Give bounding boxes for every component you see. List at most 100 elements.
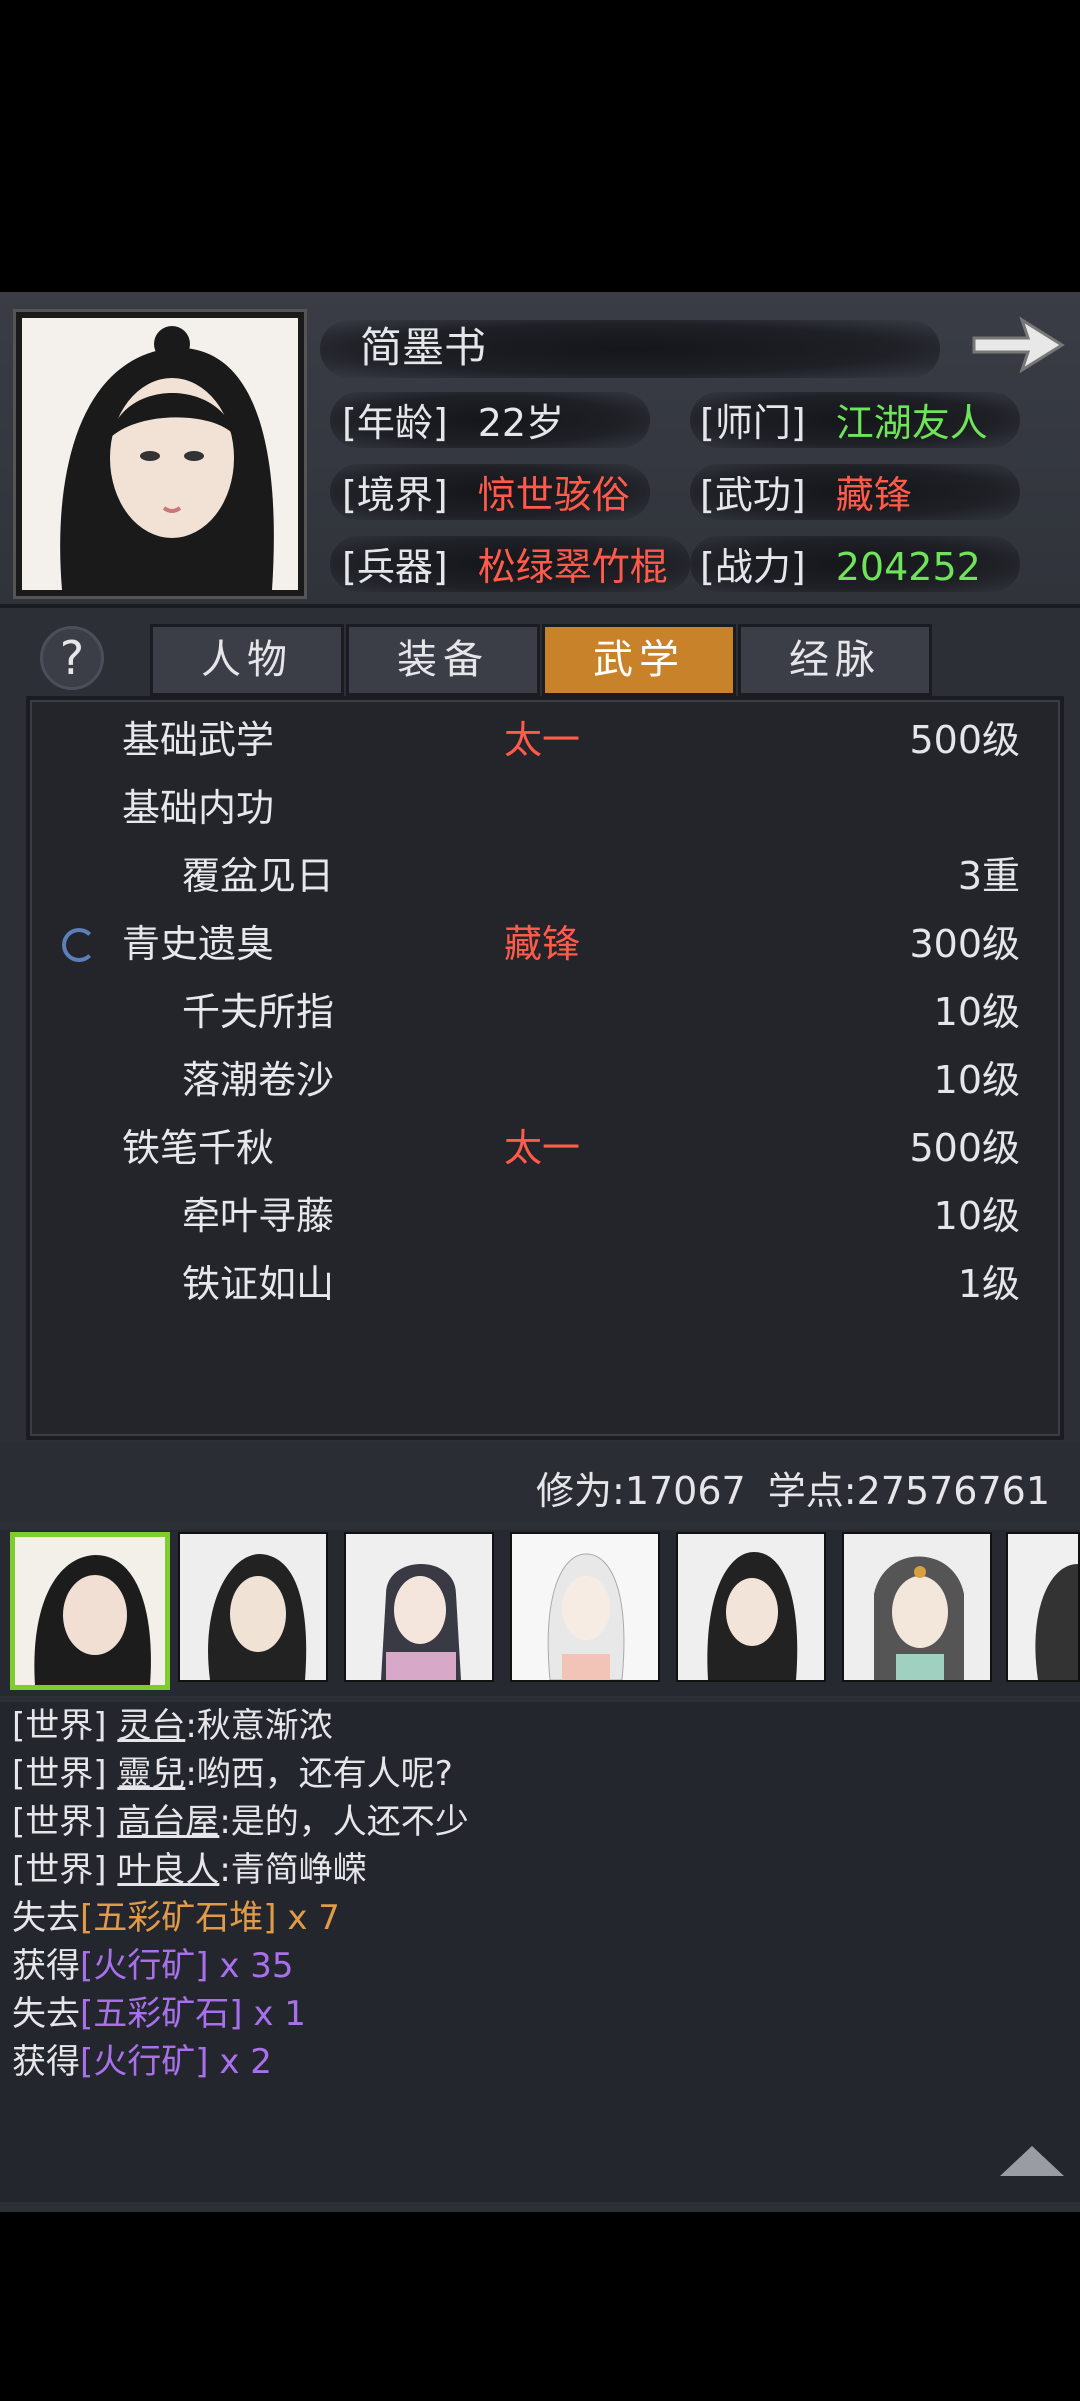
roster-character[interactable] — [178, 1532, 328, 1682]
character-portrait — [16, 312, 304, 596]
chat-channel: [世界] — [12, 1754, 107, 1794]
roster-portrait — [180, 1534, 326, 1680]
loot-qty: x 1 — [242, 1994, 306, 2034]
chat-log[interactable]: [世界] 灵台:秋意渐浓 [世界] 靈兒:哟西，还有人呢? [世界] 高台屋:是… — [0, 1702, 1080, 2202]
chat-message: [世界] 灵台:秋意渐浓 — [12, 1702, 333, 1750]
realm-label: [境界] — [342, 473, 448, 517]
roster-portrait — [346, 1534, 492, 1680]
chat-message: [世界] 高台屋:是的，人还不少 — [12, 1798, 469, 1846]
age-label: [年龄] — [342, 401, 448, 445]
skill-level: 500级 — [909, 718, 1020, 762]
tab-martial-arts[interactable]: 武学 — [542, 624, 736, 696]
skill-name: 落潮卷沙 — [182, 1058, 335, 1102]
cultivation-points: 修为:17067 学点:27576761 — [536, 1469, 1050, 1513]
chat-channel: [世界] — [12, 1802, 107, 1842]
loot-qty: x 35 — [208, 1946, 294, 1986]
roster-portrait — [678, 1534, 824, 1680]
chat-message: [世界] 靈兒:哟西，还有人呢? — [12, 1750, 453, 1798]
character-name: 简墨书 — [360, 323, 487, 372]
skill-name: 铁证如山 — [182, 1262, 335, 1306]
chat-text: :哟西，还有人呢? — [185, 1754, 453, 1794]
chat-message: [世界] 叶良人:青简峥嵘 — [12, 1846, 367, 1894]
realm-value: 惊世骇俗 — [477, 473, 630, 517]
power-value: 204252 — [835, 545, 981, 589]
tab-character[interactable]: 人物 — [150, 624, 344, 696]
skill-list-panel: 基础武学 太一 500级 基础内功 覆盆见日 3重 青史遗臭 藏锋 300级 千… — [26, 696, 1064, 1440]
skill-row[interactable]: 落潮卷沙 10级 — [30, 1050, 1060, 1110]
chat-text: :青简峥嵘 — [219, 1850, 367, 1890]
sect-row: [师门] 江湖友人 — [700, 392, 988, 447]
skill-name: 青史遗臭 — [122, 922, 275, 966]
skill-name: 覆盆见日 — [182, 854, 335, 898]
loot-item[interactable]: [五彩矿石] — [80, 1994, 243, 2034]
skill-level: 500级 — [909, 1126, 1020, 1170]
chat-user[interactable]: 灵台 — [117, 1706, 185, 1746]
skill-row[interactable]: 牵叶寻藤 10级 — [30, 1186, 1060, 1246]
weapon-label: [兵器] — [342, 545, 448, 589]
roster-portrait — [844, 1534, 990, 1680]
skill-name: 铁笔千秋 — [122, 1126, 275, 1170]
roster-character[interactable] — [842, 1532, 992, 1682]
roster-character-selected[interactable] — [10, 1532, 170, 1690]
skill-row[interactable]: 铁证如山 1级 — [30, 1254, 1060, 1314]
skill-style: 太一 — [504, 718, 581, 762]
skill-level: 10级 — [933, 1058, 1020, 1102]
weapon-value: 松绿翠竹棍 — [477, 545, 668, 589]
sect-label: [师门] — [700, 401, 806, 445]
loot-prefix: 失去 — [12, 1994, 80, 2034]
character-roster — [0, 1530, 1080, 1696]
stats-bar: 修为:17067 学点:27576761 — [0, 1442, 1080, 1522]
loot-prefix: 获得 — [12, 2042, 80, 2082]
age-row: [年龄] 22岁 — [342, 392, 564, 447]
roster-character[interactable] — [344, 1532, 494, 1682]
chat-user[interactable]: 靈兒 — [117, 1754, 185, 1794]
skill-level: 1级 — [957, 1262, 1020, 1306]
loot-message: 获得[火行矿] x 35 — [12, 1942, 294, 1990]
skill-style: 藏锋 — [504, 922, 581, 966]
skill-name: 千夫所指 — [182, 990, 335, 1034]
game-screen: 简墨书 [年龄] 22岁 [师门] 江湖友人 [境界] 惊世骇俗 [武功] 藏锋… — [0, 292, 1080, 2212]
skill-row[interactable]: 基础武学 太一 500级 — [30, 710, 1060, 770]
skill-row[interactable]: 青史遗臭 藏锋 300级 — [30, 914, 1060, 974]
next-arrow-icon[interactable] — [970, 310, 1066, 380]
chat-channel: [世界] — [12, 1706, 107, 1746]
help-icon[interactable]: ? — [40, 626, 104, 690]
roster-character-partial[interactable] — [1006, 1532, 1080, 1682]
loot-prefix: 获得 — [12, 1946, 80, 1986]
loot-qty: x 2 — [208, 2042, 272, 2082]
chat-user[interactable]: 叶良人 — [117, 1850, 219, 1890]
roster-portrait — [512, 1534, 658, 1680]
tab-equipment[interactable]: 装备 — [346, 624, 540, 696]
loot-prefix: 失去 — [12, 1898, 80, 1938]
skill-name: 牵叶寻藤 — [182, 1194, 335, 1238]
age-value: 22岁 — [477, 401, 565, 445]
loot-item[interactable]: [火行矿] — [80, 2042, 209, 2082]
roster-portrait — [15, 1537, 165, 1685]
martial-row: [武功] 藏锋 — [700, 464, 912, 519]
skill-level: 10级 — [933, 1194, 1020, 1238]
power-row: [战力] 204252 — [700, 536, 981, 591]
skill-level: 300级 — [909, 922, 1020, 966]
skill-row[interactable]: 铁笔千秋 太一 500级 — [30, 1118, 1060, 1178]
roster-portrait — [1008, 1534, 1078, 1680]
scroll-up-triangle-icon[interactable] — [1000, 2146, 1064, 2176]
skill-row[interactable]: 覆盆见日 3重 — [30, 846, 1060, 906]
realm-row: [境界] 惊世骇俗 — [342, 464, 630, 519]
roster-character[interactable] — [510, 1532, 660, 1682]
chat-text: :秋意渐浓 — [185, 1706, 333, 1746]
tab-meridians[interactable]: 经脉 — [738, 624, 932, 696]
chat-text: :是的，人还不少 — [219, 1802, 469, 1842]
loot-message: 获得[火行矿] x 2 — [12, 2038, 272, 2086]
power-label: [战力] — [700, 545, 806, 589]
chat-user[interactable]: 高台屋 — [117, 1802, 219, 1842]
loot-item[interactable]: [火行矿] — [80, 1946, 209, 1986]
martial-value: 藏锋 — [835, 473, 912, 517]
skill-row[interactable]: 基础内功 — [30, 778, 1060, 838]
active-skill-spinner-icon — [62, 928, 96, 962]
skill-row[interactable]: 千夫所指 10级 — [30, 982, 1060, 1042]
roster-character[interactable] — [676, 1532, 826, 1682]
loot-item[interactable]: [五彩矿石堆] — [80, 1898, 277, 1938]
loot-message: 失去[五彩矿石] x 1 — [12, 1990, 306, 2038]
loot-qty: x 7 — [276, 1898, 340, 1938]
martial-label: [武功] — [700, 473, 806, 517]
